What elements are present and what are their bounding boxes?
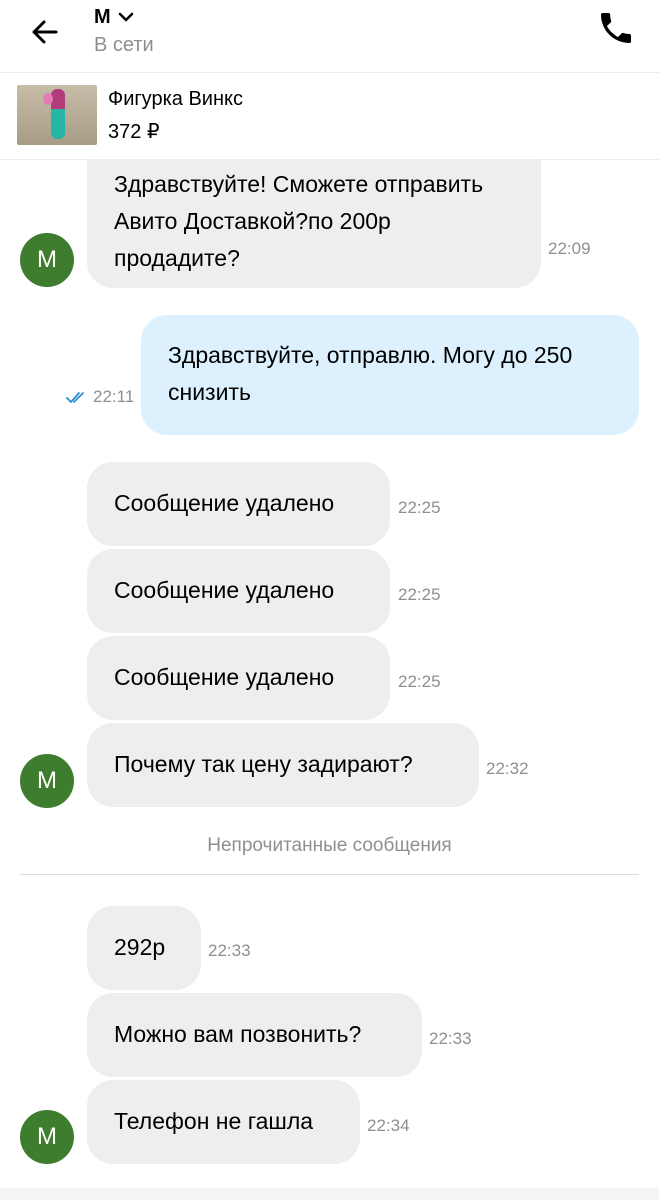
message-bubble-incoming[interactable]: Телефон не гашла	[87, 1080, 360, 1164]
listing-price: 372 ₽	[108, 121, 160, 143]
message-bubble-incoming[interactable]: Сообщение удалено	[87, 636, 390, 720]
message-text: Почему так цену задирают?	[114, 751, 413, 777]
contact-info[interactable]: М В сети	[94, 6, 154, 57]
arrow-left-icon	[32, 20, 58, 44]
message-time: 22:32	[486, 759, 529, 778]
composer-edge	[0, 1188, 659, 1200]
message-time: 22:09	[548, 239, 591, 258]
message-time: 22:34	[367, 1116, 410, 1135]
phone-icon	[601, 13, 631, 43]
contact-name[interactable]: М	[94, 6, 111, 29]
message-time: 22:25	[398, 672, 441, 691]
message-text: Телефон не гашла	[114, 1108, 314, 1134]
message-bubble-incoming[interactable]: Можно вам позвонить?	[87, 993, 422, 1077]
chevron-down-icon[interactable]	[117, 10, 135, 24]
online-status: В сети	[94, 34, 154, 56]
unread-divider-label: Непрочитанные сообщения	[207, 835, 452, 856]
message-text: Сообщение удалено	[114, 577, 335, 603]
message-bubble-incoming[interactable]: Здравствуйте! Сможете отправить Авито До…	[87, 159, 541, 288]
figurine-image	[51, 89, 65, 139]
message-time: 22:11	[93, 387, 135, 406]
listing-thumbnail[interactable]	[17, 85, 97, 145]
message-list[interactable]: Здравствуйте! Сможете отправить Авито До…	[0, 159, 659, 1200]
avatar[interactable]: М	[20, 1110, 74, 1164]
avatar[interactable]: М	[20, 233, 74, 287]
unread-divider	[20, 874, 639, 875]
figurine-head	[43, 93, 53, 105]
message-text: Здравствуйте! Сможете отправить Авито До…	[114, 171, 484, 271]
message-time: 22:25	[398, 498, 441, 517]
message-time: 22:33	[208, 941, 251, 960]
message-text: Здравствуйте, отправлю. Могу до 250 сниз…	[168, 342, 573, 405]
avatar[interactable]: М	[20, 754, 74, 808]
message-text: Можно вам позвонить?	[114, 1021, 362, 1047]
message-text: 292р	[114, 934, 166, 960]
back-button[interactable]	[26, 12, 66, 52]
listing-card[interactable]: Фигурка Винкс 372 ₽	[0, 73, 659, 160]
message-time: 22:25	[398, 585, 441, 604]
read-checkmarks-icon	[66, 392, 84, 403]
message-bubble-incoming[interactable]: Сообщение удалено	[87, 549, 390, 633]
call-button[interactable]	[596, 8, 636, 48]
listing-title[interactable]: Фигурка Винкс	[108, 88, 243, 111]
message-bubble-incoming[interactable]: Почему так цену задирают?	[87, 723, 479, 807]
message-text: Сообщение удалено	[114, 490, 335, 516]
message-bubble-incoming[interactable]: 292р	[87, 906, 201, 990]
message-bubble-outgoing[interactable]: Здравствуйте, отправлю. Могу до 250 сниз…	[141, 315, 639, 435]
message-bubble-incoming[interactable]: Сообщение удалено	[87, 462, 390, 546]
message-time: 22:33	[429, 1029, 472, 1048]
message-text: Сообщение удалено	[114, 664, 335, 690]
chat-header: М В сети	[0, 0, 659, 73]
